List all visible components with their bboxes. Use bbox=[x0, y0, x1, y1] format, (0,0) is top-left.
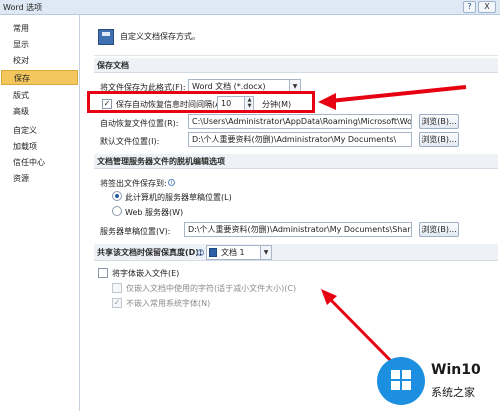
help-button[interactable]: ? bbox=[463, 1, 476, 13]
radio-web-server[interactable] bbox=[112, 206, 122, 216]
fidelity-label: 共享该文档时保留保真度(D): bbox=[97, 248, 203, 257]
section-save-documents: 保存文档 bbox=[94, 58, 498, 73]
no-common-fonts-label: 不嵌入常用系统字体(N) bbox=[126, 299, 211, 308]
close-button[interactable]: X bbox=[478, 1, 496, 13]
sidebar-item-trust-center[interactable]: 信任中心 bbox=[1, 155, 78, 170]
options-sidebar: 常用 显示 校对 保存 版式 高级 自定义 加载项 信任中心 资源 bbox=[0, 15, 80, 411]
default-location-browse-button[interactable]: 浏览(B)... bbox=[419, 132, 459, 147]
word-document-icon bbox=[209, 248, 217, 257]
embed-used-chars-checkbox[interactable] bbox=[112, 283, 122, 293]
fidelity-chevron-down-icon[interactable]: ▼ bbox=[260, 246, 271, 259]
server-drafts-browse-button[interactable]: 浏览(B)... bbox=[419, 222, 459, 237]
win10-watermark: Win10 系统之家 bbox=[367, 354, 497, 408]
sidebar-item-display[interactable]: 显示 bbox=[1, 37, 78, 52]
header-divider bbox=[94, 55, 498, 56]
sidebar-item-resources[interactable]: 资源 bbox=[1, 171, 78, 186]
watermark-brand: Win10 bbox=[431, 362, 481, 378]
default-location-field[interactable]: D:\个人重要资料(勿删)\Administrator\My Documents… bbox=[188, 132, 412, 147]
server-drafts-field[interactable]: D:\个人重要资料(勿删)\Administrator\My Documents… bbox=[184, 222, 412, 237]
server-drafts-label: 服务器草稿位置(V): bbox=[100, 227, 171, 236]
window-title: Word 选项 bbox=[3, 3, 43, 12]
no-common-fonts-checkbox[interactable]: ✓ bbox=[112, 298, 122, 308]
autorecover-browse-button[interactable]: 浏览(B)... bbox=[419, 114, 459, 129]
radio-server-drafts[interactable] bbox=[112, 191, 122, 201]
save-options-panel: 自定义文档保存方式。 保存文档 将文件保存为此格式(F): Word 文档 (*… bbox=[82, 15, 500, 411]
fidelity-document-dropdown[interactable]: 文档 1 ▼ bbox=[206, 245, 272, 260]
sidebar-item-addins[interactable]: 加载项 bbox=[1, 139, 78, 154]
save-format-value: Word 文档 (*.docx) bbox=[192, 82, 266, 91]
sidebar-item-layout[interactable]: 版式 bbox=[1, 88, 78, 103]
info-icon: i bbox=[168, 179, 175, 186]
checkout-label: 将签出文件保存到: bbox=[100, 179, 167, 188]
default-location-label: 默认文件位置(I): bbox=[100, 137, 160, 146]
windows-logo-icon bbox=[377, 357, 425, 405]
page-header: 自定义文档保存方式。 bbox=[120, 32, 200, 41]
save-icon bbox=[98, 29, 114, 45]
title-bar: Word 选项 ? X bbox=[0, 0, 500, 15]
embed-used-chars-label: 仅嵌入文档中使用的字符(适于减小文件大小)(C) bbox=[126, 284, 297, 293]
autorecover-location-field[interactable]: C:\Users\Administrator\AppData\Roaming\M… bbox=[188, 114, 412, 129]
watermark-subtitle: 系统之家 bbox=[431, 386, 475, 399]
sidebar-item-general[interactable]: 常用 bbox=[1, 21, 78, 36]
section-fidelity: 共享该文档时保留保真度(D): bbox=[94, 244, 498, 261]
radio-web-server-label: Web 服务器(W) bbox=[125, 208, 184, 217]
highlight-box bbox=[87, 91, 315, 113]
sidebar-item-advanced[interactable]: 高级 bbox=[1, 104, 78, 119]
sidebar-item-save[interactable]: 保存 bbox=[1, 70, 78, 85]
sidebar-item-proofing[interactable]: 校对 bbox=[1, 53, 78, 68]
embed-fonts-label: 将字体嵌入文件(E) bbox=[112, 269, 180, 278]
section-offline-editing: 文档管理服务器文件的脱机编辑选项 bbox=[94, 154, 498, 169]
fidelity-info-icon: i bbox=[197, 249, 204, 256]
radio-server-drafts-label: 此计算机的服务器草稿位置(L) bbox=[125, 193, 232, 202]
autorecover-location-label: 自动恢复文件位置(R): bbox=[100, 119, 179, 128]
sidebar-item-customize[interactable]: 自定义 bbox=[1, 123, 78, 138]
embed-fonts-checkbox[interactable] bbox=[98, 268, 108, 278]
